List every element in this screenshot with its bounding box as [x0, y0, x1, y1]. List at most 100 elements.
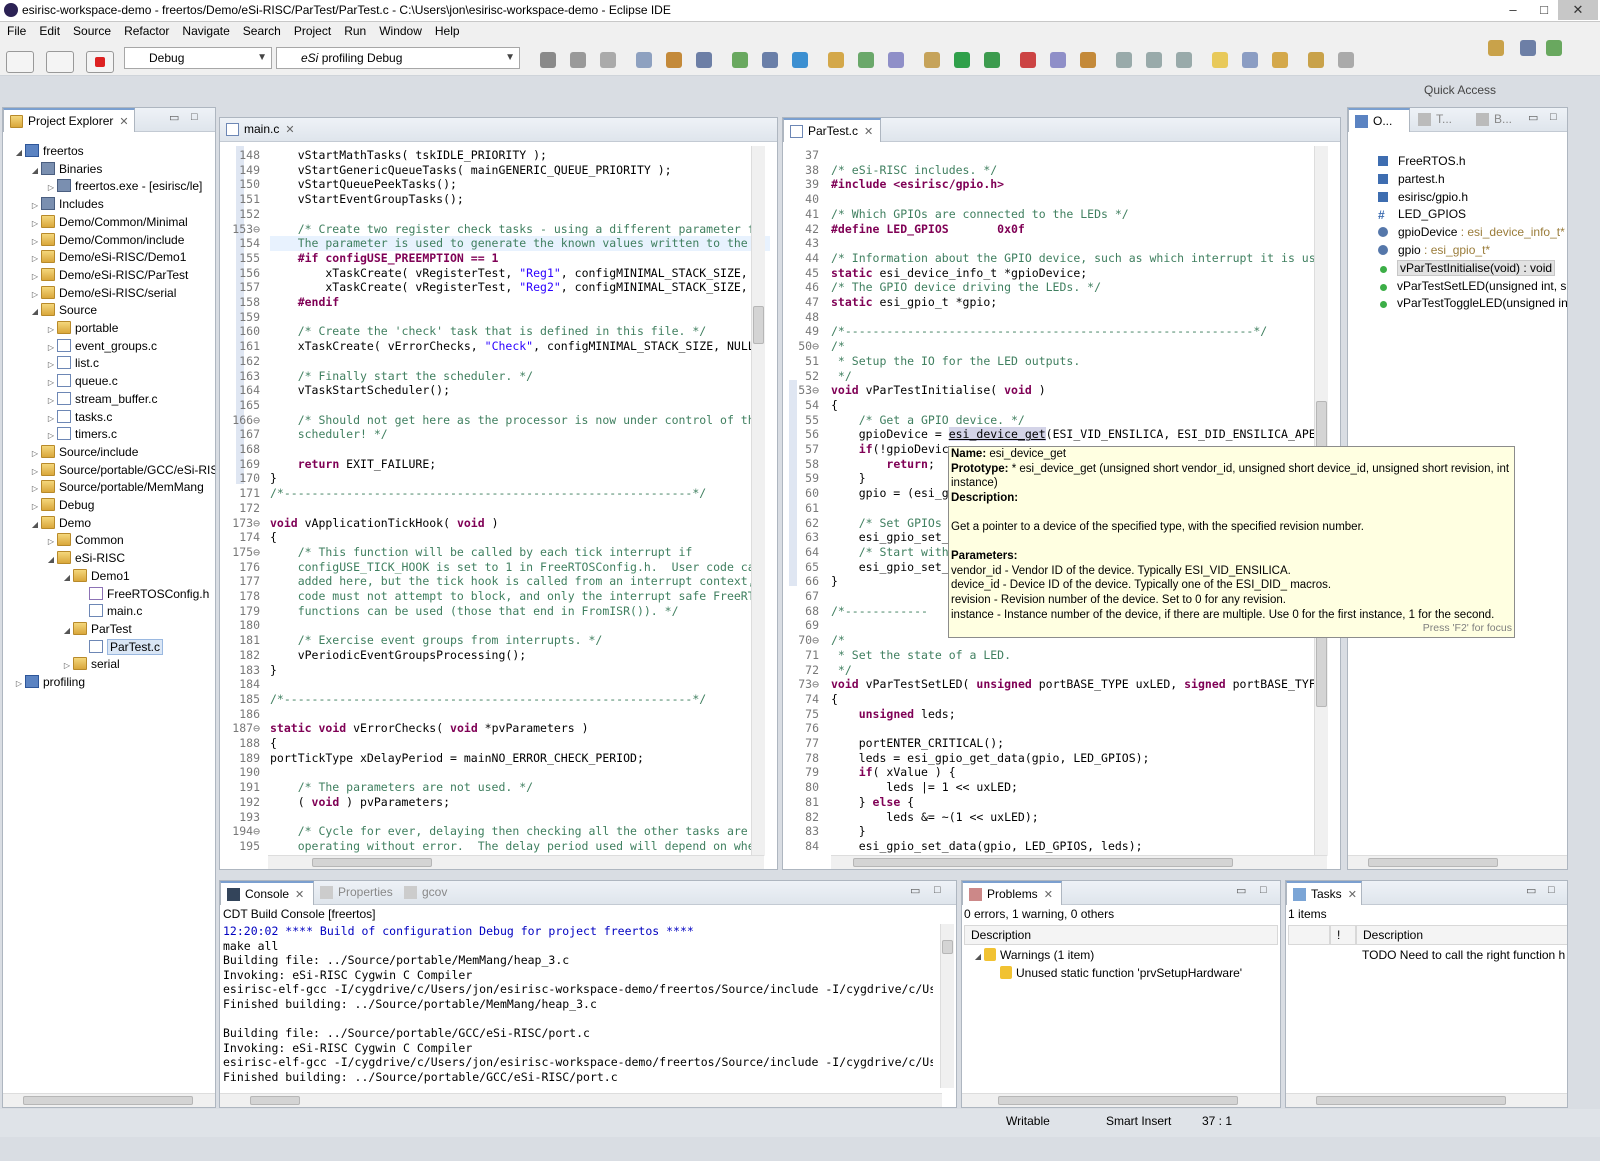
maximize-view-icon[interactable]: □: [191, 111, 198, 123]
tree-item[interactable]: ▷ Demo/Common/Minimal: [29, 213, 188, 231]
outline-item[interactable]: vParTestInitialise(void) : void: [1378, 259, 1556, 277]
minimize-view-icon[interactable]: ▭: [910, 884, 920, 897]
code-line[interactable]: The parameter is used to generate the kn…: [270, 236, 748, 251]
code-line[interactable]: /* Get a GPIO device. */: [831, 413, 1025, 428]
main-c-vertical-scrollbar[interactable]: [751, 146, 765, 856]
menu-edit[interactable]: Edit: [32, 22, 66, 38]
code-line[interactable]: }: [831, 574, 838, 589]
code-line[interactable]: esi_gpio_set_: [831, 530, 949, 545]
toggle-mark-icon[interactable]: [1116, 52, 1132, 68]
code-line[interactable]: code must not attempt to block, and only…: [270, 589, 755, 604]
problems-column-description[interactable]: Description: [964, 925, 1278, 945]
tab-outline[interactable]: O...: [1348, 108, 1410, 132]
quick-access-field[interactable]: Quick Access: [1424, 83, 1496, 97]
code-line[interactable]: vPeriodicEventGroupsProcessing();: [270, 648, 527, 663]
code-line[interactable]: configUSE_TICK_HOOK is set to 1 in FreeR…: [270, 560, 755, 575]
minimize-view-icon[interactable]: ▭: [1236, 884, 1246, 897]
tree-item[interactable]: ParTest.c: [77, 638, 164, 656]
maximize-view-icon[interactable]: □: [1550, 111, 1557, 123]
tab-properties[interactable]: Properties: [314, 881, 398, 905]
tree-item[interactable]: ▷ Demo/eSi-RISC/Demo1: [29, 248, 186, 266]
print-icon[interactable]: [636, 52, 652, 68]
tree-item[interactable]: ▷ serial: [61, 655, 120, 673]
menu-project[interactable]: Project: [287, 22, 337, 38]
code-line[interactable]: /* This function will be called by each …: [270, 545, 693, 560]
code-line[interactable]: #include <esirisc/gpio.h>: [831, 177, 1004, 192]
main-c-horizontal-scrollbar[interactable]: [268, 855, 764, 869]
new-folder-icon[interactable]: [828, 52, 844, 68]
code-line[interactable]: static esi_gpio_t *gpio;: [831, 295, 997, 310]
expand-toggle-icon[interactable]: ◢: [45, 551, 57, 569]
code-line[interactable]: leds &= ~(1 << uxLED);: [831, 810, 1038, 825]
code-line[interactable]: {: [270, 736, 277, 751]
console-horizontal-scrollbar[interactable]: [220, 1093, 942, 1107]
code-line[interactable]: /* Exercise event groups from interrupts…: [270, 633, 603, 648]
code-line[interactable]: vStartEventGroupTasks();: [270, 192, 464, 207]
code-line[interactable]: esi_gpio_set_: [831, 560, 949, 575]
menu-search[interactable]: Search: [236, 22, 287, 38]
outline-item[interactable]: vParTestToggleLED(unsigned in: [1378, 294, 1567, 312]
tree-item[interactable]: ▷ Source/portable/GCC/eSi-RISC: [29, 461, 215, 479]
toggle-highlight-icon[interactable]: [1212, 52, 1228, 68]
hover-documentation-popup[interactable]: Name: esi_device_get Prototype: * esi_de…: [948, 446, 1515, 638]
code-line[interactable]: void vParTestSetLED( unsigned portBASE_T…: [831, 677, 1316, 692]
tab-problems[interactable]: Problems ✕: [962, 881, 1062, 905]
tree-item[interactable]: ▷ event_groups.c: [45, 337, 157, 355]
code-line[interactable]: /* Create the 'check' task that is defin…: [270, 324, 707, 339]
code-line[interactable]: /*: [831, 339, 845, 354]
tasks-item[interactable]: TODO Need to call the right function h: [1362, 946, 1565, 964]
code-line[interactable]: /* Which GPIOs are connected to the LEDs…: [831, 207, 1129, 222]
open-perspective-icon[interactable]: [1488, 40, 1504, 56]
expand-toggle-icon[interactable]: ◢: [29, 162, 41, 180]
tasks-horizontal-scrollbar[interactable]: [1286, 1093, 1567, 1107]
tree-item[interactable]: ▷ Demo/eSi-RISC/ParTest: [29, 266, 188, 284]
tree-item[interactable]: ▷ Source/include: [29, 443, 138, 461]
tree-item[interactable]: ▷ list.c: [45, 354, 99, 372]
code-line[interactable]: vTaskStartScheduler();: [270, 383, 450, 398]
tree-item[interactable]: ▷ Demo/eSi-RISC/serial: [29, 284, 176, 302]
code-line[interactable]: xTaskCreate( vRegisterTest, "Reg1", conf…: [270, 266, 747, 281]
outline-item[interactable]: gpioDevice : esi_device_info_t*: [1378, 223, 1565, 241]
console-vertical-scrollbar[interactable]: [940, 924, 954, 1088]
code-line[interactable]: {: [270, 530, 277, 545]
back-icon[interactable]: [1308, 52, 1324, 68]
code-line[interactable]: void vParTestInitialise( void ): [831, 383, 1046, 398]
code-line[interactable]: /* The GPIO device driving the LEDs. */: [831, 280, 1101, 295]
code-line[interactable]: /*------------: [831, 604, 928, 619]
build-all-icon[interactable]: [696, 52, 712, 68]
tree-item[interactable]: ▷ profiling: [13, 673, 85, 691]
outline-item[interactable]: # LED_GPIOS: [1378, 205, 1466, 223]
new-wizard-icon[interactable]: [540, 52, 556, 68]
launch-configuration-select[interactable]: eSi profiling Debug ▼: [276, 47, 520, 69]
expand-toggle-icon[interactable]: ▷: [13, 675, 25, 693]
minimize-view-icon[interactable]: ▭: [1526, 884, 1536, 897]
forward-icon[interactable]: [1338, 52, 1354, 68]
code-line[interactable]: portENTER_CRITICAL();: [831, 736, 1004, 751]
code-line[interactable]: added here, but the tick hook is called …: [270, 574, 755, 589]
menu-navigate[interactable]: Navigate: [175, 22, 235, 38]
minimize-view-icon[interactable]: ▭: [1528, 111, 1538, 124]
tree-item[interactable]: ▷ Includes: [29, 195, 104, 213]
code-line[interactable]: /* Finally start the scheduler. */: [270, 369, 533, 384]
skip-breakpoints-icon[interactable]: [762, 52, 778, 68]
tree-item[interactable]: ▷ tasks.c: [45, 408, 112, 426]
tab-partest-c[interactable]: ParTest.c ✕: [783, 118, 881, 142]
code-line[interactable]: {: [831, 398, 838, 413]
code-line[interactable]: esi_gpio_set_data(gpio, LED_GPIOS, leds)…: [831, 839, 1143, 854]
code-line[interactable]: {: [831, 692, 838, 707]
tree-item[interactable]: main.c: [77, 602, 142, 620]
new-c-project-icon[interactable]: [666, 52, 682, 68]
tree-item[interactable]: ◢ Source: [29, 301, 97, 319]
close-icon[interactable]: ✕: [1044, 889, 1053, 901]
save-icon[interactable]: [570, 52, 586, 68]
explorer-horizontal-scrollbar[interactable]: [3, 1093, 215, 1107]
tree-item[interactable]: ▷ queue.c: [45, 372, 118, 390]
maximize-view-icon[interactable]: □: [1260, 884, 1267, 896]
code-line[interactable]: /* Set GPIOs: [831, 516, 942, 531]
tree-item[interactable]: ◢ freertos: [13, 142, 84, 160]
debug-perspective-icon[interactable]: [1546, 40, 1562, 56]
build-configuration-select[interactable]: Debug ▼: [124, 47, 272, 69]
problems-horizontal-scrollbar[interactable]: [962, 1093, 1280, 1107]
tree-item[interactable]: ▷ portable: [45, 319, 118, 337]
maximize-view-icon[interactable]: □: [1548, 884, 1555, 896]
